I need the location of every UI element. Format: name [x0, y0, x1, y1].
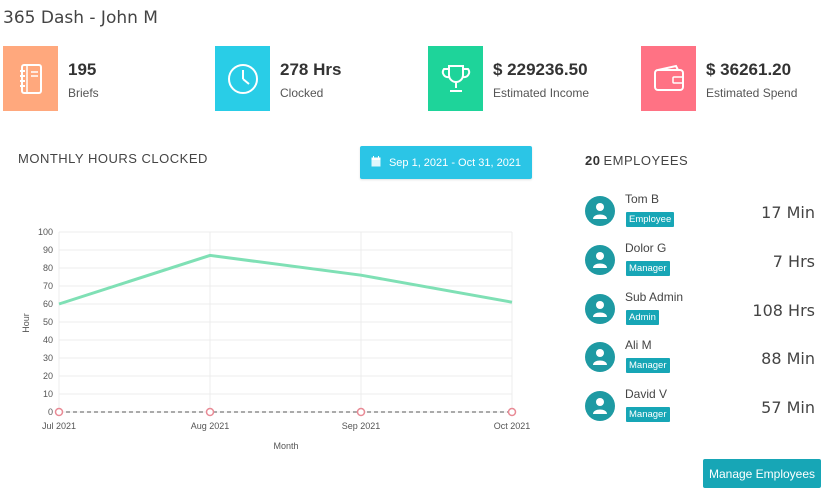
- income-value: $ 229236.50: [493, 60, 588, 79]
- date-range-button[interactable]: Sep 1, 2021 - Oct 31, 2021: [360, 146, 532, 179]
- calendar-icon: [371, 155, 381, 170]
- wallet-icon: [641, 46, 696, 111]
- clock-icon: [215, 46, 270, 111]
- employee-name: Dolor G: [625, 241, 667, 255]
- employee-time: 7 Hrs: [772, 252, 815, 271]
- employee-time: 88 Min: [761, 349, 815, 368]
- employee-role-badge: Employee: [626, 212, 675, 227]
- x-axis-label: Month: [273, 441, 298, 451]
- y-tick-label: 10: [43, 389, 53, 399]
- user-avatar-icon: [585, 245, 615, 275]
- employee-name: Ali M: [625, 338, 652, 352]
- employee-name: Sub Admin: [625, 290, 684, 304]
- employees-count: 20: [585, 153, 601, 168]
- employee-row[interactable]: David V Manager 57 Min: [585, 387, 820, 433]
- manage-employees-button[interactable]: Manage Employees: [703, 459, 821, 488]
- employee-row[interactable]: Ali M Manager 88 Min: [585, 338, 820, 384]
- baseline-point: [205, 407, 215, 417]
- employee-row[interactable]: Tom B Employee 17 Min: [585, 192, 820, 238]
- x-tick-label: Oct 2021: [494, 421, 531, 431]
- x-axis-ticks: Jul 2021 Aug 2021 Sep 2021 Oct 2021: [42, 421, 530, 431]
- y-axis-label: Hour: [21, 313, 31, 333]
- employee-time: 57 Min: [761, 398, 815, 417]
- date-range-label: Sep 1, 2021 - Oct 31, 2021: [388, 156, 522, 169]
- x-tick-label: Sep 2021: [342, 421, 381, 431]
- baseline-point: [54, 407, 64, 417]
- x-tick-label: Jul 2021: [42, 421, 76, 431]
- baseline-point: [507, 407, 517, 417]
- employee-role-badge: Manager: [626, 407, 670, 422]
- spend-value: $ 36261.20: [706, 60, 792, 79]
- y-tick-label: 70: [43, 281, 53, 291]
- employee-role-badge: Manager: [626, 261, 670, 276]
- employee-role-badge: Manager: [626, 358, 670, 373]
- user-avatar-icon: [585, 294, 615, 324]
- employee-row[interactable]: Sub Admin Admin 108 Hrs: [585, 290, 820, 336]
- user-avatar-icon: [585, 342, 615, 372]
- chart-series: [54, 253, 517, 417]
- employee-name: Tom B: [625, 192, 660, 206]
- y-tick-label: 20: [43, 371, 53, 381]
- employees-header: 20 EMPLOYEES: [585, 153, 688, 168]
- spend-label: Estimated Spend: [706, 86, 798, 100]
- clocked-hours: 278 Hrs: [280, 60, 342, 79]
- employee-row[interactable]: Dolor G Manager 7 Hrs: [585, 241, 820, 287]
- monthly-hours-chart: 0 10 20 30 40 50 60 70 80 90 100 Jul 2021 Aug 2021 S…: [21, 227, 530, 451]
- y-tick-label: 30: [43, 353, 53, 363]
- y-tick-label: 0: [48, 407, 53, 417]
- employee-time: 17 Min: [761, 203, 815, 222]
- y-axis-ticks: 0 10 20 30 40 50 60 70 80 90 100: [38, 227, 53, 417]
- y-tick-label: 60: [43, 299, 53, 309]
- chart-grid: [58, 231, 513, 413]
- page-title: 365 Dash - John M: [3, 8, 158, 28]
- baseline-point: [356, 407, 366, 417]
- trophy-icon: [428, 46, 483, 111]
- x-tick-label: Aug 2021: [191, 421, 230, 431]
- y-tick-label: 40: [43, 335, 53, 345]
- user-avatar-icon: [585, 196, 615, 226]
- employee-role-badge: Admin: [626, 310, 659, 325]
- y-tick-label: 90: [43, 245, 53, 255]
- y-tick-label: 80: [43, 263, 53, 273]
- y-tick-label: 50: [43, 317, 53, 327]
- clocked-label: Clocked: [280, 86, 324, 100]
- briefs-count: 195: [68, 60, 97, 79]
- user-avatar-icon: [585, 391, 615, 421]
- employee-time: 108 Hrs: [752, 301, 815, 320]
- monthly-hours-title: MONTHLY HOURS CLOCKED: [18, 151, 208, 166]
- notebook-icon: [3, 46, 58, 111]
- employee-name: David V: [625, 387, 668, 401]
- y-tick-label: 100: [38, 227, 53, 237]
- income-label: Estimated Income: [493, 86, 590, 100]
- briefs-label: Briefs: [68, 86, 99, 100]
- employees-label: EMPLOYEES: [603, 153, 689, 168]
- hours-series-line: [58, 253, 513, 306]
